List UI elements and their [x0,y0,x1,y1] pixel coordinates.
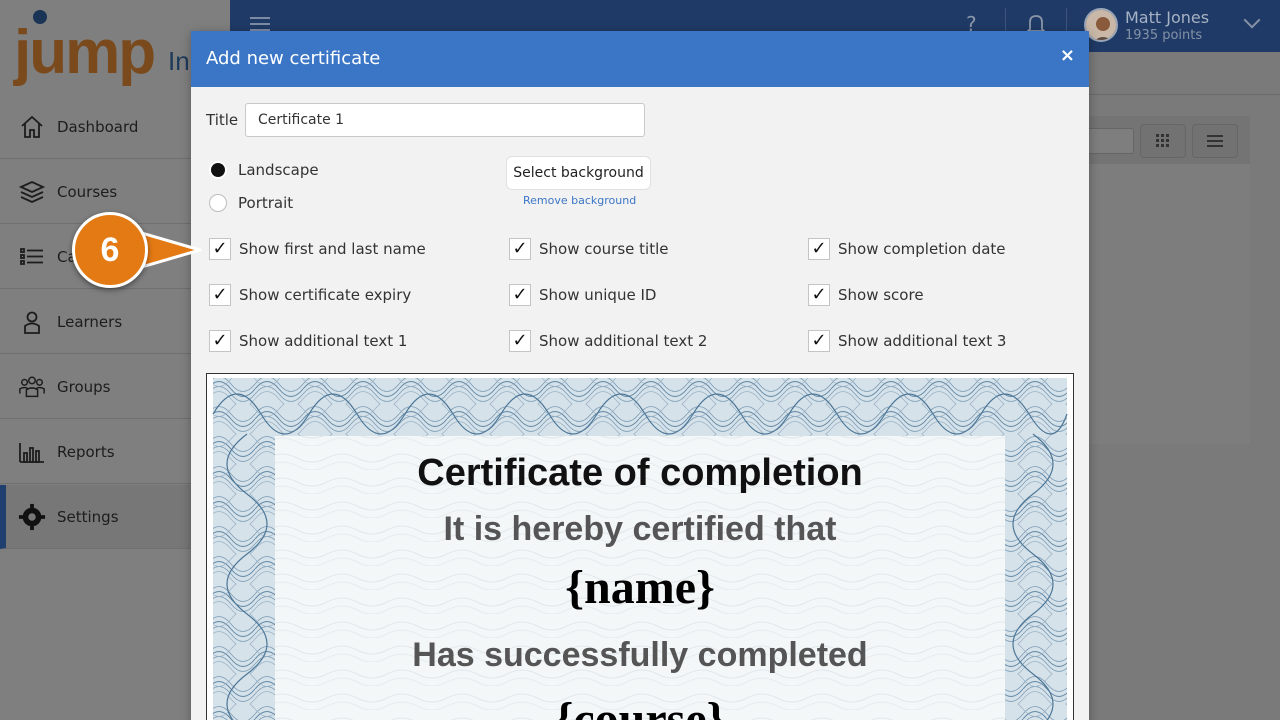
checkbox-show-additional-text-3[interactable]: ✓ Show additional text 3 [808,330,1006,352]
list-icon [18,243,46,271]
sidebar-item-label: Learners [57,312,123,331]
user-name[interactable]: Matt Jones [1125,8,1209,27]
checkbox-label: Show score [838,286,924,304]
person-icon [18,308,46,336]
checkbox[interactable]: ✓ [808,330,830,352]
checkbox[interactable]: ✓ [509,330,531,352]
sidebar-item-label: Groups [57,377,111,396]
portrait-radio[interactable]: Portrait [209,194,293,212]
bar-chart-icon [18,438,46,466]
checkbox-label: Show additional text 3 [838,332,1007,350]
logo: jump [14,18,156,87]
modal-header: Add new certificate × [191,31,1089,87]
divider [1088,94,1280,95]
checkbox-label: Show completion date [838,240,1006,258]
close-icon[interactable]: × [1060,45,1075,66]
callout-pointer [138,230,202,270]
certificate-title-input[interactable] [245,103,645,137]
group-icon [18,373,46,401]
checkbox-show-additional-text-2[interactable]: ✓ Show additional text 2 [509,330,707,352]
checkbox-show-additional-text-1[interactable]: ✓ Show additional text 1 [209,330,407,352]
checkbox[interactable]: ✓ [509,284,531,306]
landscape-radio[interactable]: Landscape [209,161,319,179]
checkbox-label: Show course title [539,240,669,258]
hamburger-menu-icon[interactable] [250,17,270,31]
checkbox[interactable]: ✓ [209,238,231,260]
user-points: 1935 points [1125,28,1203,43]
content-panel [1088,116,1250,444]
checkbox-show-score[interactable]: ✓ Show score [808,284,924,306]
portrait-label: Portrait [238,194,294,212]
checkbox[interactable]: ✓ [509,238,531,260]
modal-title: Add new certificate [206,48,381,69]
avatar[interactable] [1084,8,1118,42]
checkbox-show-expiry[interactable]: ✓ Show certificate expiry [209,284,411,306]
sidebar-item-label: Settings [57,507,119,526]
gear-icon [18,503,46,531]
title-label: Title [206,111,239,129]
certificate-line1: It is hereby certified that [443,510,837,548]
stack-icon [18,178,46,206]
grid-view-button[interactable] [1140,124,1186,158]
checkbox-show-completion-date[interactable]: ✓ Show completion date [808,238,1006,260]
checkbox[interactable]: ✓ [808,238,830,260]
remove-background-link[interactable]: Remove background [523,194,636,207]
checkbox-label: Show certificate expiry [239,286,412,304]
checkbox[interactable]: ✓ [209,330,231,352]
sidebar-item-label: Courses [57,182,118,201]
landscape-label: Landscape [238,161,319,179]
checkbox-label: Show additional text 2 [539,332,708,350]
checkbox-label: Show unique ID [539,286,657,304]
sidebar-item-label: Dashboard [57,117,139,136]
checkbox-show-unique-id[interactable]: ✓ Show unique ID [509,284,656,306]
checkbox[interactable]: ✓ [209,284,231,306]
radio-button[interactable] [209,194,227,212]
checkbox[interactable]: ✓ [808,284,830,306]
certificate-heading: Certificate of completion [417,452,863,494]
add-certificate-modal: Add new certificate × Title Landscape Po… [191,31,1089,720]
certificate-line2: Has successfully completed [412,636,868,674]
sidebar-item-label: Reports [57,442,115,461]
step-callout: 6 [72,212,148,288]
search-input[interactable] [1088,128,1134,154]
checkbox-show-course-title[interactable]: ✓ Show course title [509,238,668,260]
grid-icon [1156,134,1169,147]
select-background-button[interactable]: Select background [506,156,651,190]
list-view-button[interactable] [1192,124,1238,158]
checkbox-label: Show additional text 1 [239,332,408,350]
home-icon [18,113,46,141]
radio-button-selected[interactable] [209,161,227,179]
certificate-course-placeholder: {course} [554,693,726,720]
checkbox-show-name[interactable]: ✓ Show first and last name [209,238,426,260]
certificate-preview: Certificate of completion It is hereby c… [206,373,1074,720]
logo-suffix: In [168,46,190,76]
certificate-name-placeholder: {name} [565,561,715,614]
list-lines-icon [1207,135,1223,147]
checkbox-label: Show first and last name [239,240,426,258]
